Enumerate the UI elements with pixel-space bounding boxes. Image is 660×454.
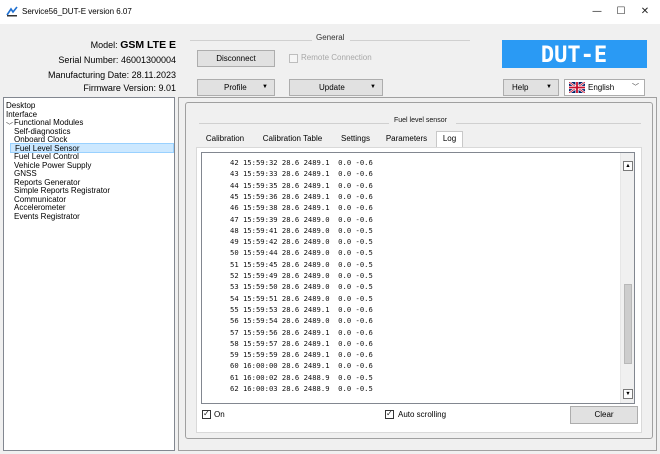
tab-settings[interactable]: Settings — [334, 132, 377, 147]
tree-item[interactable]: Events Registrator — [14, 212, 80, 221]
model-row: Model: GSM LTE E — [91, 39, 176, 51]
tab-calibration-table[interactable]: Calibration Table — [253, 132, 332, 147]
log-line: 54 15:59:51 28.6 2489.0 0.0 -0.5 — [230, 293, 373, 303]
log-line: 58 15:59:57 28.6 2489.1 0.0 -0.6 — [230, 338, 373, 348]
log-line: 50 15:59:44 28.6 2489.0 0.0 -0.5 — [230, 248, 373, 258]
sensor-divider-left — [199, 123, 389, 124]
clear-button[interactable]: Clear — [570, 406, 638, 424]
tab-log[interactable]: Log — [436, 131, 463, 147]
chevron-down-icon: ▼ — [262, 84, 268, 90]
auto-scrolling-checkbox[interactable]: ✓ — [385, 409, 394, 419]
update-label: Update — [319, 83, 345, 92]
serial-label: Serial Number: — [58, 55, 119, 65]
language-select[interactable]: English ﹀ — [564, 79, 645, 96]
tree-expand-caret-icon[interactable]: ﹀ — [6, 121, 13, 131]
scroll-down-arrow-icon[interactable]: ▼ — [623, 389, 633, 399]
general-divider-left — [190, 40, 312, 41]
log-line: 42 15:59:32 28.6 2489.1 0.0 -0.6 — [230, 158, 373, 167]
log-line: 61 16:00:02 28.6 2488.9 0.0 -0.5 — [230, 372, 373, 382]
log-line: 55 15:59:53 28.6 2489.1 0.0 -0.6 — [230, 304, 373, 314]
log-line: 53 15:59:50 28.6 2489.0 0.0 -0.5 — [230, 282, 373, 292]
log-line: 43 15:59:33 28.6 2489.1 0.0 -0.6 — [230, 169, 373, 179]
auto-scrolling-label: Auto scrolling — [398, 410, 447, 419]
sensor-divider-right — [456, 123, 641, 124]
scroll-thumb[interactable] — [624, 284, 632, 365]
profile-dropdown[interactable]: Profile ▼ — [197, 79, 275, 96]
disconnect-button[interactable]: Disconnect — [197, 50, 275, 67]
log-line: 60 16:00:00 28.6 2489.1 0.0 -0.6 — [230, 361, 373, 371]
app-icon — [6, 6, 18, 17]
log-line: 51 15:59:45 28.6 2489.0 0.0 -0.5 — [230, 259, 373, 269]
firmware-value: 9.01 — [158, 83, 176, 93]
window-title: Service56_DUT-E version 6.07 — [22, 7, 132, 16]
header: Model: GSM LTE E Serial Number: 46001300… — [0, 24, 660, 98]
log-line: 57 15:59:56 28.6 2489.1 0.0 -0.6 — [230, 327, 373, 337]
on-label: On — [214, 410, 225, 419]
logo-text: DUT-E — [541, 43, 607, 68]
log-line: 52 15:59:49 28.6 2489.0 0.0 -0.5 — [230, 271, 373, 280]
serial-value: 46001300004 — [120, 55, 176, 65]
check-icon: ✓ — [203, 409, 210, 418]
profile-label: Profile — [224, 83, 247, 92]
mfg-date-value: 28.11.2023 — [131, 70, 176, 80]
log-line: 48 15:59:41 28.6 2489.0 0.0 -0.5 — [230, 225, 373, 235]
close-button[interactable]: ✕ — [633, 4, 657, 20]
on-checkbox[interactable]: ✓ — [202, 409, 211, 419]
model-value: GSM LTE E — [120, 39, 176, 51]
log-line: 56 15:59:54 28.6 2489.0 0.0 -0.6 — [230, 316, 373, 326]
mfg-date-label: Manufacturing Date: — [48, 70, 130, 80]
serial-row: Serial Number: 46001300004 — [58, 55, 176, 65]
chevron-down-icon: ▼ — [546, 84, 552, 90]
maximize-button[interactable]: ☐ — [609, 4, 633, 20]
dut-e-logo: DUT-E — [502, 40, 647, 68]
uk-flag-icon — [569, 82, 585, 93]
log-line: 46 15:59:38 28.6 2489.1 0.0 -0.6 — [230, 203, 373, 213]
chevron-down-icon: ▼ — [370, 84, 376, 90]
log-line: 45 15:59:36 28.6 2489.1 0.0 -0.6 — [230, 191, 373, 201]
fuel-level-sensor-title: Fuel level sensor — [394, 117, 447, 124]
log-line: 49 15:59:42 28.6 2489.0 0.0 -0.5 — [230, 237, 373, 247]
minimize-button[interactable]: — — [585, 4, 609, 20]
update-dropdown[interactable]: Update ▼ — [289, 79, 383, 96]
model-label: Model: — [90, 40, 118, 50]
tree-item[interactable]: Fuel Level Sensor — [10, 142, 174, 153]
log-textarea[interactable]: 42 15:59:32 28.6 2489.1 0.0 -0.6 43 15:59… — [201, 152, 635, 404]
log-line: 44 15:59:35 28.6 2489.1 0.0 -0.6 — [230, 180, 373, 190]
dut-e-logo-graphic: DUT-E — [541, 43, 607, 68]
remote-connection-label: Remote Connection — [301, 53, 372, 62]
log-line: 59 15:59:59 28.6 2489.1 0.0 -0.6 — [230, 350, 373, 360]
mfg-date-row: Manufacturing Date: 28.11.2023 — [48, 70, 176, 80]
general-group-label: General — [316, 33, 345, 42]
help-dropdown[interactable]: Help ▼ — [503, 79, 559, 96]
general-divider-right — [350, 40, 470, 41]
firmware-row: Firmware Version: 9.01 — [83, 83, 176, 93]
tab-calibration[interactable]: Calibration — [201, 132, 249, 147]
chevron-down-icon: ﹀ — [632, 84, 639, 91]
log-scrollbar[interactable]: ▲ ▼ — [620, 153, 634, 403]
tab-parameters[interactable]: Parameters — [379, 132, 434, 147]
firmware-label: Firmware Version: — [83, 83, 156, 93]
check-icon: ✓ — [386, 409, 393, 418]
log-line: 47 15:59:39 28.6 2489.0 0.0 -0.6 — [230, 214, 373, 224]
help-label: Help — [512, 83, 529, 92]
title-bar: Service56_DUT-E version 6.07 — ☐ ✕ — [0, 0, 660, 24]
log-line: 62 16:00:03 28.6 2488.9 0.0 -0.5 — [230, 384, 373, 393]
remote-connection-checkbox[interactable] — [289, 54, 298, 63]
language-label: English — [588, 83, 615, 92]
scroll-up-arrow-icon[interactable]: ▲ — [623, 161, 633, 171]
